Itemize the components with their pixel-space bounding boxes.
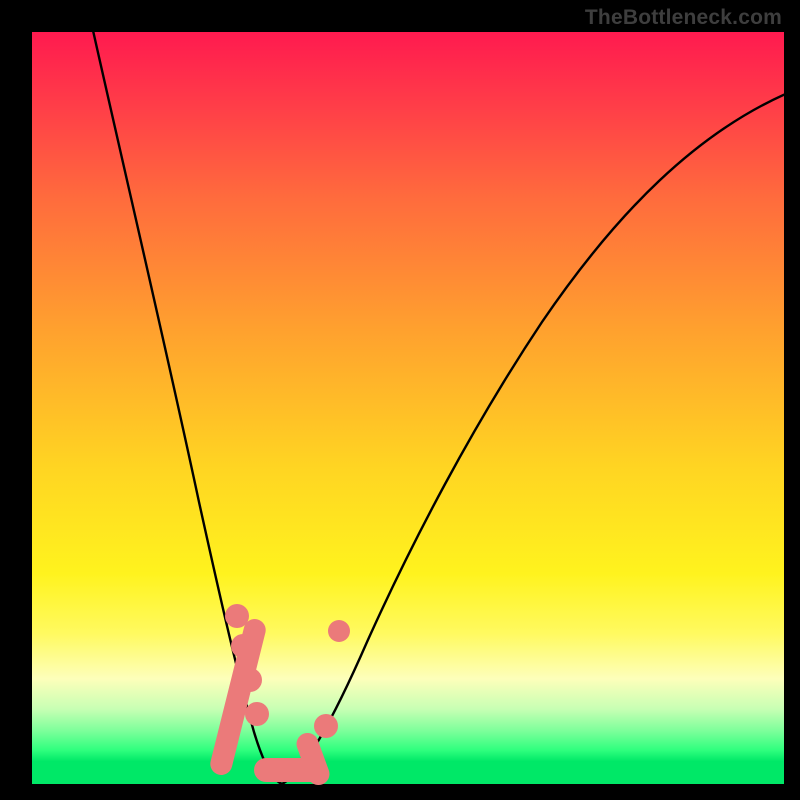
marker-dot-outlier [328, 620, 350, 642]
marker-dot [225, 604, 249, 628]
marker-dot [231, 634, 255, 658]
plot-area [32, 32, 784, 784]
marker-dot [245, 702, 269, 726]
curve-layer [32, 32, 784, 784]
watermark-text: TheBottleneck.com [585, 6, 782, 30]
chart-frame: TheBottleneck.com [0, 0, 800, 800]
right-curve [282, 92, 784, 784]
marker-dot [238, 668, 262, 692]
marker-dot [314, 714, 338, 738]
